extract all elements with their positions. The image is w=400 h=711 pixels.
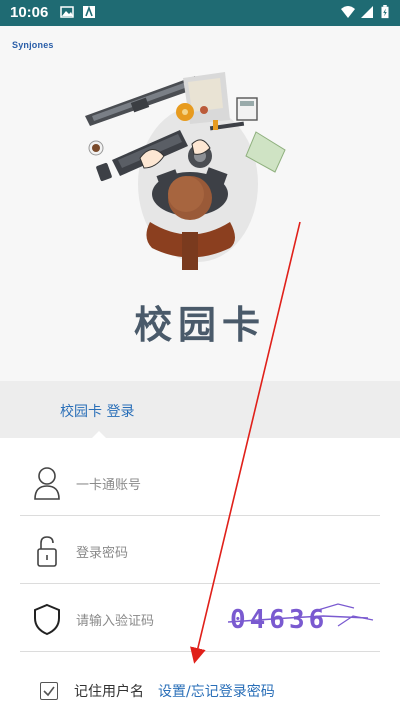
password-input[interactable]: 登录密码 <box>76 542 128 561</box>
login-form: 一卡通账号 登录密码 请输入验证码 04636 记住用户名 设置/忘记登录密码 <box>0 438 400 711</box>
captcha-input[interactable]: 请输入验证码 <box>76 610 154 629</box>
battery-charging-icon <box>381 5 389 19</box>
signal-icon <box>361 6 373 18</box>
app-title: 校园卡 <box>133 302 266 347</box>
remember-username-label[interactable]: 记住用户名 <box>74 681 144 701</box>
desk-illustration <box>85 72 286 270</box>
user-icon <box>34 467 60 500</box>
captcha-field[interactable]: 请输入验证码 04636 <box>20 584 380 652</box>
remember-checkbox[interactable] <box>40 682 58 700</box>
forgot-password-link[interactable]: 设置/忘记登录密码 <box>158 681 275 701</box>
check-icon <box>43 686 55 697</box>
lock-icon <box>37 536 57 567</box>
password-field[interactable]: 登录密码 <box>20 516 380 584</box>
image-icon <box>60 6 74 18</box>
login-tab-bar: 校园卡 登录 <box>0 381 400 438</box>
status-time: 10:06 <box>10 4 49 21</box>
tab-campus-card-login[interactable]: 校园卡 登录 <box>60 401 134 421</box>
wifi-icon <box>341 6 355 18</box>
app-icon <box>83 5 95 18</box>
brand-logo: Synjones <box>12 40 54 50</box>
shield-icon <box>34 603 60 636</box>
account-field[interactable]: 一卡通账号 <box>20 448 380 516</box>
status-bar: 10:06 <box>0 0 400 26</box>
account-input[interactable]: 一卡通账号 <box>76 474 141 493</box>
captcha-text: 04636 <box>230 605 328 635</box>
captcha-image[interactable]: 04636 <box>228 596 376 638</box>
hero-section: Synjones 校园卡 <box>0 26 400 381</box>
